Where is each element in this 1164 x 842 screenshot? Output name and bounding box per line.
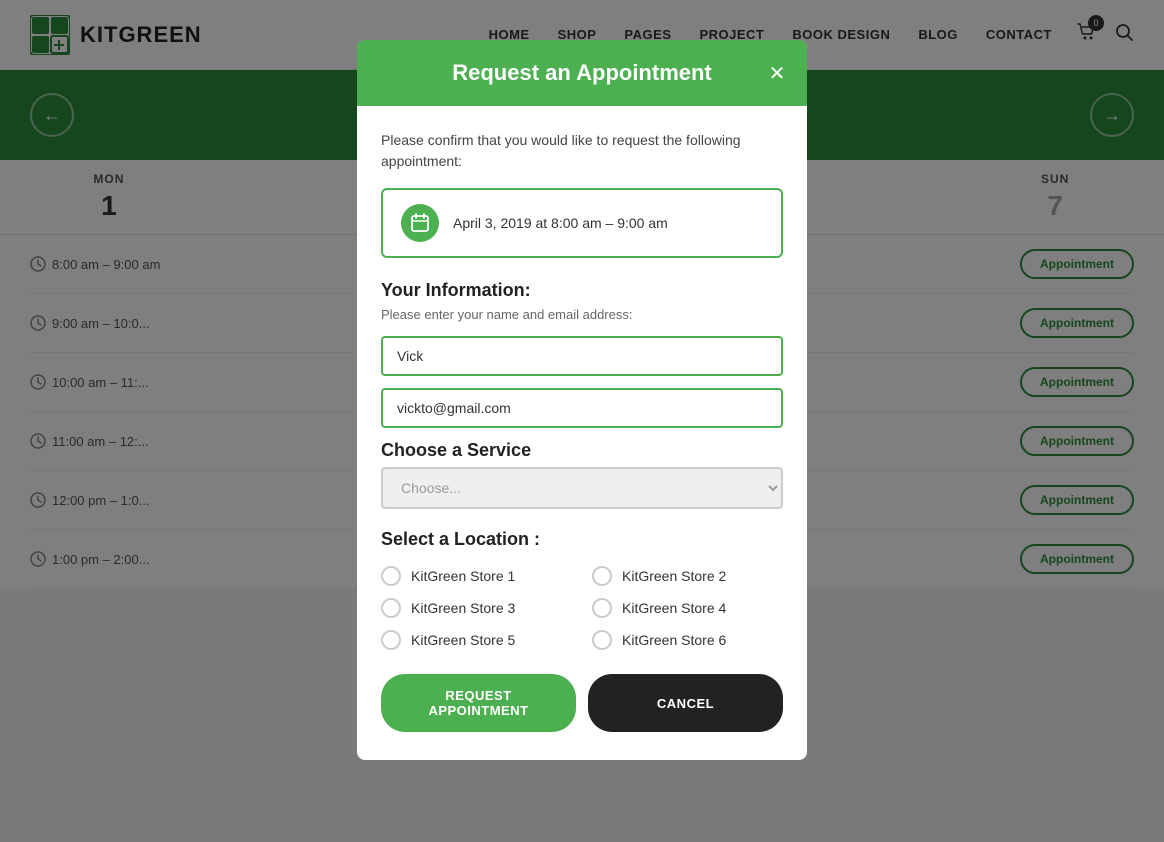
cancel-button[interactable]: CANCEL <box>588 674 783 732</box>
location-option-store5[interactable]: KitGreen Store 5 <box>381 630 572 650</box>
modal-title: Request an Appointment <box>452 60 712 86</box>
location-label-store1: KitGreen Store 1 <box>411 568 515 584</box>
modal-actions: REQUEST APPOINTMENT CANCEL <box>381 674 783 736</box>
radio-circle-store3 <box>381 598 401 618</box>
appointment-time-text: April 3, 2019 at 8:00 am – 9:00 am <box>453 215 668 231</box>
your-info-heading: Your Information: <box>381 280 783 301</box>
location-label-store2: KitGreen Store 2 <box>622 568 726 584</box>
location-heading: Select a Location : <box>381 529 783 550</box>
radio-circle-store5 <box>381 630 401 650</box>
location-label-store5: KitGreen Store 5 <box>411 632 515 648</box>
radio-circle-store1 <box>381 566 401 586</box>
location-option-store4[interactable]: KitGreen Store 4 <box>592 598 783 618</box>
service-select[interactable]: Choose... <box>381 467 783 509</box>
calendar-icon-wrap <box>401 204 439 242</box>
modal-body: Please confirm that you would like to re… <box>357 106 807 760</box>
request-appointment-button[interactable]: REQUEST APPOINTMENT <box>381 674 576 732</box>
radio-circle-store6 <box>592 630 612 650</box>
location-option-store6[interactable]: KitGreen Store 6 <box>592 630 783 650</box>
appointment-modal: Request an Appointment ✕ Please confirm … <box>357 40 807 760</box>
location-option-store3[interactable]: KitGreen Store 3 <box>381 598 572 618</box>
location-label-store6: KitGreen Store 6 <box>622 632 726 648</box>
your-info-subtext: Please enter your name and email address… <box>381 307 783 322</box>
location-option-store2[interactable]: KitGreen Store 2 <box>592 566 783 586</box>
modal-overlay: Request an Appointment ✕ Please confirm … <box>0 0 1164 842</box>
name-input[interactable] <box>381 336 783 376</box>
service-heading: Choose a Service <box>381 440 783 461</box>
radio-circle-store4 <box>592 598 612 618</box>
modal-close-button[interactable]: ✕ <box>763 59 791 87</box>
location-label-store4: KitGreen Store 4 <box>622 600 726 616</box>
radio-circle-store2 <box>592 566 612 586</box>
location-label-store3: KitGreen Store 3 <box>411 600 515 616</box>
location-option-store1[interactable]: KitGreen Store 1 <box>381 566 572 586</box>
modal-header: Request an Appointment ✕ <box>357 40 807 106</box>
modal-description: Please confirm that you would like to re… <box>381 130 783 172</box>
appointment-time-box: April 3, 2019 at 8:00 am – 9:00 am <box>381 188 783 258</box>
email-input[interactable] <box>381 388 783 428</box>
locations-grid: KitGreen Store 1 KitGreen Store 2 KitGre… <box>381 566 783 650</box>
calendar-icon <box>410 213 430 233</box>
